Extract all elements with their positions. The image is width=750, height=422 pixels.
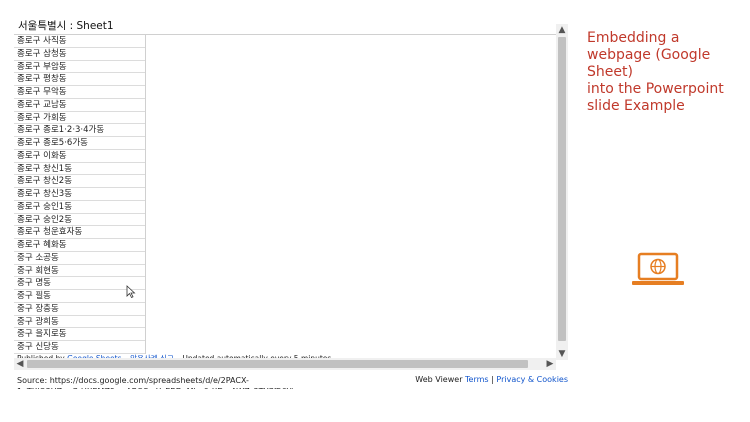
embedded-sheet-viewer[interactable]: 서울특별시 : Sheet1 종로구 사직동 종로구 삼청동 종로구 부암동 종로구 … — [14, 14, 570, 389]
sheet-empty-area[interactable] — [126, 35, 556, 360]
sheet-row[interactable]: 중구 회현동 — [14, 265, 145, 278]
sheet-grid[interactable]: 종로구 사직동 종로구 삼청동 종로구 부암동 종로구 평창동 종로구 무악동 종로구 교… — [14, 34, 568, 360]
slide-caption: Embedding a webpage (Google Sheet) into … — [587, 30, 724, 114]
web-viewer-label: Web Viewer — [415, 375, 463, 384]
laptop-globe-icon — [632, 252, 684, 285]
scroll-down-icon[interactable]: ▼ — [556, 348, 568, 360]
sheet-row[interactable]: 종로구 무악동 — [14, 86, 145, 99]
sheet-row[interactable]: 종로구 평창동 — [14, 73, 145, 86]
sheet-row[interactable]: 중구 을지로동 — [14, 328, 145, 341]
scroll-left-icon[interactable]: ◀ — [14, 358, 26, 370]
sheet-row[interactable]: 종로구 사직동 — [14, 35, 145, 48]
sheet-row[interactable]: 종로구 창신3동 — [14, 188, 145, 201]
sheet-row[interactable]: 중구 신당동 — [14, 341, 145, 354]
horizontal-scroll-thumb[interactable] — [27, 360, 528, 368]
scroll-right-icon[interactable]: ▶ — [544, 358, 556, 370]
sheet-row[interactable]: 종로구 교남동 — [14, 99, 145, 112]
sheet-row[interactable]: 중구 장충동 — [14, 303, 145, 316]
sheet-row[interactable]: 종로구 종로1·2·3·4가동 — [14, 124, 145, 137]
sheet-row[interactable]: 종로구 숭인2동 — [14, 214, 145, 227]
source-url: Source: https://docs.google.com/spreadsh… — [17, 376, 295, 389]
sheet-row[interactable]: 종로구 숭인1동 — [14, 201, 145, 214]
vertical-scroll-thumb[interactable] — [558, 37, 566, 341]
footer-divider: | — [491, 375, 494, 384]
sheet-row[interactable]: 종로구 청운효자동 — [14, 226, 145, 239]
sheet-row[interactable]: 중구 소공동 — [14, 252, 145, 265]
mouse-pointer-icon — [126, 285, 136, 299]
horizontal-scrollbar[interactable]: ◀ ▶ — [14, 358, 556, 370]
sheet-row[interactable]: 종로구 삼청동 — [14, 48, 145, 61]
sheet-row[interactable]: 종로구 이화동 — [14, 150, 145, 163]
footer-links: Web Viewer Terms | Privacy & Cookies — [414, 375, 568, 384]
vertical-scrollbar[interactable]: ▲ ▼ — [556, 24, 568, 360]
sheet-rows: 종로구 사직동 종로구 삼청동 종로구 부암동 종로구 평창동 종로구 무악동 종로구 교… — [14, 35, 146, 354]
sheet-row[interactable]: 종로구 창신2동 — [14, 175, 145, 188]
sheet-title: 서울특별시 : Sheet1 — [18, 20, 114, 32]
sheet-row[interactable]: 종로구 부암동 — [14, 61, 145, 74]
sheet-row[interactable]: 종로구 창신1동 — [14, 163, 145, 176]
sheet-row[interactable]: 종로구 종로5·6가동 — [14, 137, 145, 150]
scroll-up-icon[interactable]: ▲ — [556, 24, 568, 36]
sheet-row[interactable]: 중구 광희동 — [14, 316, 145, 329]
sheet-row[interactable]: 종로구 혜화동 — [14, 239, 145, 252]
privacy-link[interactable]: Privacy & Cookies — [496, 375, 568, 384]
terms-link[interactable]: Terms — [465, 375, 489, 384]
sheet-row[interactable]: 종로구 가회동 — [14, 112, 145, 125]
